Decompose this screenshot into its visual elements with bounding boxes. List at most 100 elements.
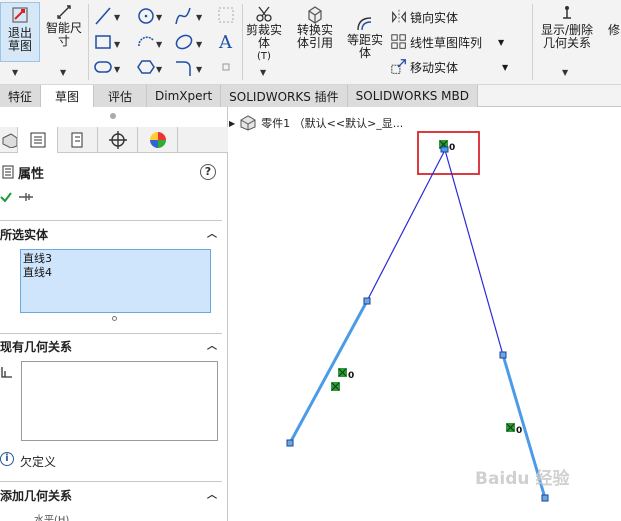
trim-shortcut: (T) [257, 51, 271, 62]
sketch-point[interactable] [286, 439, 294, 447]
horizontal-relation-option[interactable]: 水平(H) [34, 511, 69, 521]
text-point-tools: A [218, 7, 234, 71]
selected-entities-listbox[interactable]: 直线3 直线4 [20, 249, 211, 313]
add-relations-header[interactable]: 添加几何关系 ︿ [0, 485, 228, 505]
feature-manager-tab[interactable] [0, 127, 18, 153]
manager-tab-bar [0, 127, 228, 153]
fixed-relation-icon[interactable] [506, 423, 515, 432]
svg-text:▼: ▼ [196, 65, 203, 74]
list-item[interactable]: 直线4 [23, 266, 208, 280]
svg-text:▼: ▼ [114, 65, 121, 74]
repair-sketch-button[interactable]: 修 [604, 24, 621, 37]
smart-dimension-button[interactable]: 智能尺寸 [42, 2, 86, 48]
text-tool-icon[interactable]: A [218, 32, 233, 53]
svg-text:▼: ▼ [196, 40, 203, 49]
repair-sketch-label: 修 [607, 23, 620, 37]
command-tabs: 特征 草图 评估 DimXpert SOLIDWORKS 插件 SOLIDWOR… [0, 85, 621, 107]
selected-entities-title: 所选实体 [0, 227, 49, 242]
linear-pattern-button[interactable]: 线性草图阵列 ▼ [390, 33, 504, 51]
relation-badge-count: 0 [516, 426, 522, 436]
spline-tool-icon[interactable]: ▼ [175, 7, 203, 25]
collapse-chevron-icon[interactable]: ︿ [207, 225, 217, 240]
sketch-canvas[interactable]: 0 0 0 Baidu 经验 [229, 107, 621, 521]
tab-sketch[interactable]: 草图 [41, 85, 95, 107]
list-item[interactable]: 直线3 [23, 252, 208, 266]
tab-solidworks-addins[interactable]: SOLIDWORKS 插件 [221, 85, 348, 107]
exit-sketch-button[interactable]: 退出草图 [0, 2, 40, 62]
tab-evaluate[interactable]: 评估 [94, 85, 148, 107]
exit-sketch-label: 退出草图 [7, 26, 32, 53]
collapse-chevron-icon[interactable]: ︿ [207, 486, 217, 501]
convert-entities-button[interactable]: 转换实体引用 [292, 4, 338, 50]
move-entities-icon [391, 59, 406, 74]
separator [88, 4, 89, 80]
tab-dimxpert[interactable]: DimXpert [147, 85, 222, 107]
linear-pattern-label: 线性草图阵列 [410, 35, 483, 50]
collapse-chevron-icon[interactable]: ︿ [207, 337, 217, 352]
ellipse-tool-icon[interactable]: ▼ [174, 33, 203, 51]
rectangle-tool-icon[interactable]: ▼ [95, 35, 121, 49]
arc-tool-icon[interactable]: ▼ [138, 36, 163, 49]
sketch-point[interactable] [499, 351, 507, 359]
convert-entities-label: 转换实体引用 [296, 23, 333, 50]
slot-tool-icon[interactable]: ▼ [94, 61, 121, 74]
display-delete-relations-button[interactable]: 显示/删除几何关系 [536, 4, 598, 50]
smart-dimension-dropdown[interactable]: ▼ [60, 68, 66, 77]
pin-icon[interactable] [18, 191, 34, 203]
ok-check-icon[interactable] [0, 191, 12, 203]
line-tool-icon[interactable]: ▼ [95, 7, 121, 25]
existing-relations-title: 现有几何关系 [0, 339, 73, 354]
help-button[interactable]: ? [200, 164, 216, 180]
linear-pattern-icon [391, 34, 406, 49]
mirror-entities-button[interactable]: 镜向实体 [390, 8, 458, 26]
trim-dropdown[interactable]: ▼ [260, 68, 266, 77]
existing-relations-header[interactable]: 现有几何关系 ︿ [0, 336, 228, 356]
move-entities-button[interactable]: 移动实体 ▼ [390, 58, 508, 76]
sketch-tools-group: ▼ ▼ ▼ ▼ ▼ ▼ ▼ ▼ ▼ [94, 7, 203, 76]
sketch-line-left-upper[interactable] [366, 149, 446, 302]
display-manager-tab[interactable] [138, 127, 178, 153]
offset-entities-button[interactable]: 等距实体 [342, 14, 388, 60]
sketch-point[interactable] [541, 494, 549, 502]
exit-sketch-dropdown[interactable]: ▼ [12, 68, 18, 77]
polygon-tool-icon[interactable]: ▼ [137, 60, 163, 74]
feature-tree-icon [2, 133, 17, 148]
sketch-point[interactable] [363, 297, 371, 305]
move-entities-dropdown[interactable]: ▼ [502, 63, 508, 72]
circle-tool-icon[interactable]: ▼ [138, 8, 163, 24]
tab-solidworks-mbd[interactable]: SOLIDWORKS MBD [347, 85, 478, 107]
relation-badge-count: 0 [348, 371, 354, 381]
exit-sketch-icon [12, 7, 28, 23]
selected-line-3[interactable] [288, 300, 369, 444]
display-delete-relations-label: 显示/删除几何关系 [540, 23, 594, 50]
configuration-manager-tab[interactable] [58, 127, 98, 153]
dimxpert-manager-tab[interactable] [98, 127, 138, 153]
property-manager-tab[interactable] [18, 127, 58, 153]
linear-pattern-dropdown[interactable]: ▼ [498, 38, 504, 47]
panel-grip-dot[interactable] [110, 113, 116, 119]
sketch-line-right-upper[interactable] [444, 149, 504, 356]
trim-entities-button[interactable]: 剪裁实体 (T) [244, 4, 284, 63]
offset-entities-icon [357, 17, 372, 31]
resize-handle[interactable] [112, 316, 117, 321]
existing-relations-listbox[interactable] [21, 361, 218, 441]
plane-tool-icon[interactable] [218, 7, 234, 23]
trim-entities-label: 剪裁实体 [245, 23, 282, 50]
highlight-box [417, 131, 480, 175]
fixed-relation-icon[interactable] [331, 368, 347, 391]
smart-dimension-icon [57, 5, 71, 19]
point-tool-icon[interactable] [222, 63, 230, 71]
relations-dropdown[interactable]: ▼ [562, 68, 568, 77]
selected-entities-header[interactable]: 所选实体 ︿ [0, 224, 228, 244]
separator [242, 4, 243, 80]
tab-features[interactable]: 特征 [0, 85, 42, 107]
smart-dimension-label: 智能尺寸 [45, 21, 82, 48]
fillet-tool-icon[interactable]: ▼ [176, 61, 203, 76]
mirror-entities-label: 镜向实体 [410, 10, 459, 25]
add-relations-title: 添加几何关系 [0, 488, 73, 503]
fixed-relation-icon[interactable] [439, 140, 449, 153]
relation-type-icon [1, 367, 12, 378]
graphics-area[interactable]: ▶ 零件1 （默认<<默认>_显... 0 0 0 Baidu 经验 [229, 107, 621, 521]
offset-entities-label: 等距实体 [346, 33, 383, 60]
crosshair-icon [108, 131, 127, 149]
